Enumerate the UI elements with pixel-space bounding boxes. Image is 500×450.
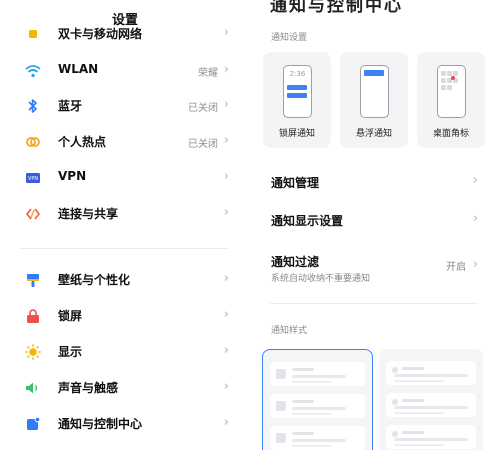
notification-preview: [386, 361, 476, 385]
row-notification-management[interactable]: 通知管理 ›: [250, 164, 500, 198]
notification-preview: [270, 426, 365, 450]
notification-type-cards: 2:36 锁屏通知 悬浮通知 桌面角标: [263, 52, 495, 148]
chevron-right-icon: ›: [223, 25, 229, 40]
section-label-notify-settings: 通知设置: [271, 33, 308, 43]
settings-item-label: WLAN: [58, 62, 99, 76]
style-option-selected[interactable]: [262, 349, 373, 450]
notification-bar: [287, 85, 307, 90]
row-label: 通知管理: [271, 176, 320, 190]
vpn-icon: VPN: [25, 170, 41, 186]
notification-preview: [386, 425, 476, 449]
settings-item-label: 连接与共享: [58, 207, 119, 221]
card-label: 锁屏通知: [278, 129, 315, 139]
settings-item-value: 荣耀: [198, 68, 218, 79]
svg-text:VPN: VPN: [28, 176, 38, 182]
notification-bar: [364, 70, 384, 76]
settings-item-sim[interactable]: 双卡与移动网络 ›: [0, 16, 250, 52]
wallpaper-icon: [25, 272, 41, 288]
chevron-right-icon: ›: [472, 257, 478, 272]
speaker-icon: [25, 380, 41, 396]
chevron-right-icon: ›: [223, 133, 229, 148]
card-desktop-badge[interactable]: 桌面角标: [417, 52, 485, 148]
settings-item-connection-share[interactable]: 连接与共享 ›: [0, 196, 250, 232]
bluetooth-icon: [25, 98, 41, 114]
style-option[interactable]: [379, 349, 483, 450]
settings-item-label: 通知与控制中心: [58, 417, 143, 431]
chevron-right-icon: ›: [223, 205, 229, 220]
chevron-right-icon: ›: [223, 271, 229, 286]
chevron-right-icon: ›: [223, 415, 229, 430]
settings-item-label: 显示: [58, 345, 83, 359]
settings-item-label: 蓝牙: [58, 99, 83, 113]
app-icon: [441, 85, 446, 90]
sun-icon: [25, 344, 41, 360]
app-icon: [441, 78, 446, 83]
chevron-right-icon: ›: [223, 307, 229, 322]
notification-preview: [270, 362, 365, 386]
phone-illustration: [360, 65, 389, 118]
divider: [20, 248, 228, 249]
page-title: 通知与控制中心: [270, 0, 403, 16]
chevron-right-icon: ›: [223, 169, 229, 184]
notification-preview: [270, 394, 365, 418]
notification-preview: [386, 393, 476, 417]
settings-item-sound[interactable]: 声音与触感 ›: [0, 370, 250, 406]
notification-bar: [287, 93, 307, 98]
settings-item-label: 壁纸与个性化: [58, 273, 131, 287]
settings-item-value: 已关闭: [188, 103, 218, 114]
chevron-right-icon: ›: [223, 97, 229, 112]
share-icon: [25, 206, 41, 222]
chevron-right-icon: ›: [223, 343, 229, 358]
row-notification-display-settings[interactable]: 通知显示设置 ›: [250, 202, 500, 236]
settings-item-label: 双卡与移动网络: [58, 27, 143, 41]
settings-item-vpn[interactable]: VPN VPN ›: [0, 160, 250, 196]
hotspot-icon: [25, 134, 41, 150]
settings-pane: 设置 双卡与移动网络 › WLAN 荣耀 › 蓝牙 已关闭 › 个人热点 已关闭…: [0, 0, 250, 450]
app-icon: [441, 71, 446, 76]
row-notification-filter[interactable]: 通知过滤 系统自动收纳不重要通知 开启 ›: [250, 243, 500, 289]
settings-item-value: 已关闭: [188, 139, 218, 150]
settings-item-label: 声音与触感: [58, 381, 119, 395]
chevron-right-icon: ›: [472, 173, 478, 188]
settings-item-label: VPN: [58, 169, 87, 183]
settings-item-lockscreen[interactable]: 锁屏 ›: [0, 298, 250, 334]
sim-card-icon: [25, 26, 41, 42]
settings-item-label: 个人热点: [58, 135, 107, 149]
settings-item-notification-control[interactable]: 通知与控制中心 ›: [0, 406, 250, 442]
row-label: 通知显示设置: [271, 214, 344, 228]
wifi-icon: [25, 63, 41, 79]
phone-illustration: 2:36: [283, 65, 312, 118]
notification-detail-pane: 通知与控制中心 通知设置 2:36 锁屏通知 悬浮通知 桌面角标 通知管理 › …: [250, 0, 500, 450]
card-label: 悬浮通知: [355, 129, 392, 139]
divider: [270, 303, 478, 304]
settings-item-bluetooth[interactable]: 蓝牙 已关闭 ›: [0, 88, 250, 124]
phone-illustration: [437, 65, 466, 118]
badge-dot: [451, 76, 455, 80]
settings-item-display[interactable]: 显示 ›: [0, 334, 250, 370]
row-label: 通知过滤: [271, 255, 320, 269]
card-label: 桌面角标: [432, 129, 469, 139]
row-value: 开启: [446, 262, 466, 273]
chevron-right-icon: ›: [472, 211, 478, 226]
card-lockscreen-notification[interactable]: 2:36 锁屏通知: [263, 52, 331, 148]
chevron-right-icon: ›: [223, 62, 229, 77]
settings-item-label: 锁屏: [58, 309, 83, 323]
clock-text: 2:36: [289, 70, 306, 78]
settings-item-wallpaper[interactable]: 壁纸与个性化 ›: [0, 262, 250, 298]
card-floating-notification[interactable]: 悬浮通知: [340, 52, 408, 148]
chevron-right-icon: ›: [223, 379, 229, 394]
row-description: 系统自动收纳不重要通知: [271, 274, 371, 284]
app-icon: [447, 85, 452, 90]
settings-item-wlan[interactable]: WLAN 荣耀 ›: [0, 53, 250, 89]
notification-icon: [25, 416, 41, 432]
settings-item-hotspot[interactable]: 个人热点 已关闭 ›: [0, 124, 250, 160]
section-label-notification-style: 通知样式: [271, 326, 308, 336]
lock-icon: [25, 308, 41, 324]
